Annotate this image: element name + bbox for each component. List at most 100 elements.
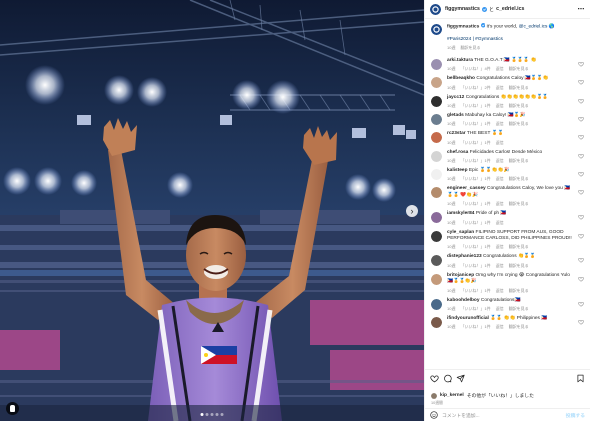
reply-button[interactable]: 返信 bbox=[496, 158, 504, 163]
header-username[interactable]: figgymnastics bbox=[445, 6, 480, 12]
reply-button[interactable]: 返信 bbox=[496, 306, 504, 311]
comment-likes-count[interactable]: 「いいね！」1件 bbox=[460, 263, 490, 268]
next-slide-button[interactable]: › bbox=[406, 205, 418, 217]
commenter-avatar[interactable] bbox=[431, 95, 442, 107]
translation-link[interactable]: 翻訳を見る bbox=[509, 324, 529, 329]
reply-button[interactable]: 返信 bbox=[496, 103, 504, 108]
translation-link[interactable]: 翻訳を見る bbox=[509, 263, 529, 268]
commenter-avatar[interactable] bbox=[431, 168, 442, 180]
comment-like-icon[interactable] bbox=[578, 98, 584, 104]
commenter-avatar[interactable] bbox=[431, 298, 442, 310]
comment-like-icon[interactable] bbox=[578, 214, 584, 220]
comment-like-icon[interactable] bbox=[578, 301, 584, 307]
translation-link[interactable]: 翻訳を見る bbox=[509, 201, 529, 206]
commenter-avatar[interactable] bbox=[431, 316, 442, 328]
like-heart-icon[interactable] bbox=[430, 374, 439, 383]
comment-likes-count[interactable]: 「いいね！」1件 bbox=[460, 324, 490, 329]
translation-link[interactable]: 翻訳を見る bbox=[509, 66, 529, 71]
header-collaborator[interactable]: c_edriel.ics bbox=[496, 6, 524, 12]
reply-button[interactable]: 返信 bbox=[496, 140, 504, 145]
comment-username[interactable]: engineer_cassey bbox=[447, 186, 486, 191]
post-photo[interactable]: › bbox=[0, 0, 424, 421]
liker-avatar[interactable] bbox=[431, 392, 437, 399]
commenter-avatar[interactable] bbox=[431, 212, 442, 224]
comment-username[interactable]: ifindyourunofficial bbox=[447, 316, 489, 321]
comment-likes-count[interactable]: 「いいね！」1件 bbox=[460, 244, 490, 249]
comment-username[interactable]: bellbeaqkho bbox=[447, 76, 475, 81]
translation-link[interactable]: 翻訳を見る bbox=[509, 158, 529, 163]
comment-icon[interactable] bbox=[443, 374, 452, 383]
comment-likes-count[interactable]: 「いいね！」1件 bbox=[460, 220, 490, 225]
caption-mention[interactable]: @c_edriel.ics bbox=[519, 25, 548, 30]
comment-like-icon[interactable] bbox=[578, 276, 584, 282]
reply-button[interactable]: 返信 bbox=[496, 288, 504, 293]
caption-username[interactable]: figgymnastics bbox=[447, 25, 479, 30]
share-icon[interactable] bbox=[456, 374, 465, 383]
comment-username[interactable]: cyle_saplan bbox=[447, 230, 474, 235]
commenter-avatar[interactable] bbox=[431, 255, 442, 267]
caption-hashtags[interactable]: #Paris2024 | #Gymnastics bbox=[447, 37, 555, 43]
commenter-avatar[interactable] bbox=[431, 113, 442, 125]
caption-translation-link[interactable]: 翻訳を見る bbox=[460, 45, 480, 50]
translation-link[interactable]: 翻訳を見る bbox=[509, 288, 529, 293]
comment-likes-count[interactable]: 「いいね！」1件 bbox=[460, 103, 490, 108]
comment-likes-count[interactable]: 「いいね！」1件 bbox=[460, 121, 490, 126]
comment-username[interactable]: iamskyler84 bbox=[447, 211, 474, 216]
likes-text[interactable]: その他が「いいね！」しました bbox=[467, 392, 534, 399]
figgymnastics-avatar[interactable] bbox=[430, 3, 441, 15]
reply-button[interactable]: 返信 bbox=[496, 66, 504, 71]
reply-button[interactable]: 返信 bbox=[496, 244, 504, 249]
comment-likes-count[interactable]: 「いいね！」1件 bbox=[460, 158, 490, 163]
comment-likes-count[interactable]: 「いいね！」1件 bbox=[460, 288, 490, 293]
comment-likes-count[interactable]: 「いいね！」1件 bbox=[460, 176, 490, 181]
commenter-avatar[interactable] bbox=[431, 77, 442, 89]
comment-like-icon[interactable] bbox=[578, 171, 584, 177]
commenter-avatar[interactable] bbox=[431, 273, 442, 285]
comment-input[interactable]: コメントを追加... bbox=[442, 412, 562, 419]
comment-like-icon[interactable] bbox=[578, 61, 584, 67]
post-comment-button[interactable]: 投稿する bbox=[566, 412, 585, 419]
comment-like-icon[interactable] bbox=[578, 233, 584, 239]
reply-button[interactable]: 返信 bbox=[496, 176, 504, 181]
comment-username[interactable]: chef.rosa bbox=[447, 150, 468, 155]
comment-like-icon[interactable] bbox=[578, 134, 584, 140]
comment-likes-count[interactable]: 「いいね！」1件 bbox=[460, 306, 490, 311]
comment-like-icon[interactable] bbox=[578, 116, 584, 122]
user-tag-icon[interactable] bbox=[6, 402, 19, 415]
reply-button[interactable]: 返信 bbox=[496, 220, 504, 225]
comment-username[interactable]: arki.taktura bbox=[447, 58, 473, 63]
comment-username[interactable]: jaycc12 bbox=[447, 95, 464, 100]
more-options-icon[interactable]: ⋯ bbox=[578, 5, 586, 13]
comment-username[interactable]: kalisteep bbox=[447, 168, 468, 173]
reply-button[interactable]: 返信 bbox=[496, 85, 504, 90]
emoji-icon[interactable] bbox=[430, 411, 438, 419]
comment-username[interactable]: britojanicep bbox=[447, 273, 474, 278]
comment-like-icon[interactable] bbox=[578, 189, 584, 195]
comments-list[interactable]: figgymnastics It's your world, @c_edriel… bbox=[425, 19, 590, 369]
comment-like-icon[interactable] bbox=[578, 153, 584, 159]
comment-username[interactable]: rc23star bbox=[447, 131, 466, 136]
comment-likes-count[interactable]: 「いいね！」4件 bbox=[460, 66, 490, 71]
translation-link[interactable]: 翻訳を見る bbox=[509, 176, 529, 181]
commenter-avatar[interactable] bbox=[431, 150, 442, 162]
reply-button[interactable]: 返信 bbox=[496, 263, 504, 268]
commenter-avatar[interactable] bbox=[431, 132, 442, 144]
comment-likes-count[interactable]: 「いいね！」1件 bbox=[460, 201, 490, 206]
translation-link[interactable]: 翻訳を見る bbox=[509, 103, 529, 108]
commenter-avatar[interactable] bbox=[431, 230, 442, 242]
comment-username[interactable]: distephanie123 bbox=[447, 254, 482, 259]
comment-username[interactable]: gletads bbox=[447, 113, 464, 118]
comment-like-icon[interactable] bbox=[578, 79, 584, 85]
translation-link[interactable]: 翻訳を見る bbox=[509, 85, 529, 90]
comment-like-icon[interactable] bbox=[578, 257, 584, 263]
comment-like-icon[interactable] bbox=[578, 319, 584, 325]
commenter-avatar[interactable] bbox=[431, 187, 442, 199]
translation-link[interactable]: 翻訳を見る bbox=[509, 121, 529, 126]
bookmark-icon[interactable] bbox=[576, 374, 585, 383]
comment-username[interactable]: kaboohdelboy bbox=[447, 298, 480, 303]
translation-link[interactable]: 翻訳を見る bbox=[509, 306, 529, 311]
reply-button[interactable]: 返信 bbox=[496, 201, 504, 206]
reply-button[interactable]: 返信 bbox=[496, 121, 504, 126]
comment-likes-count[interactable]: 「いいね！」1件 bbox=[460, 140, 490, 145]
reply-button[interactable]: 返信 bbox=[496, 324, 504, 329]
